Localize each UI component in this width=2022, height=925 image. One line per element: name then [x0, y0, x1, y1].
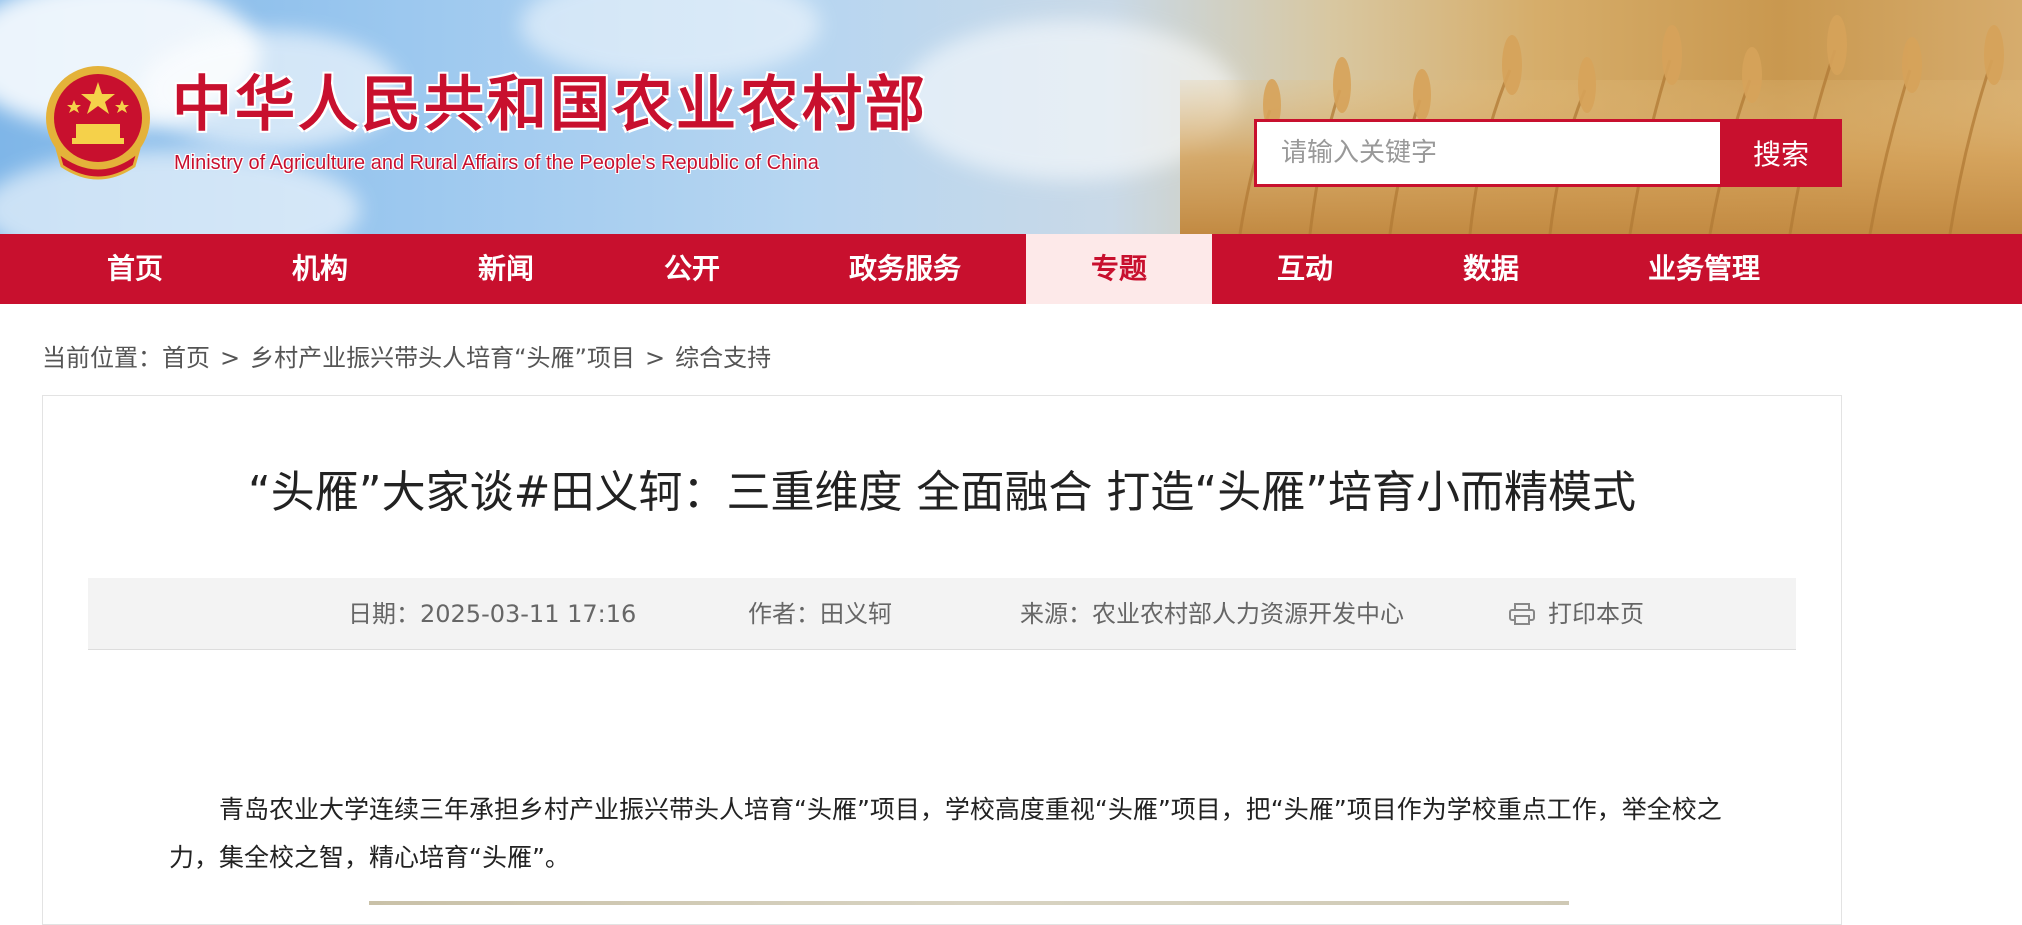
site-title-cn[interactable]: 中华人民共和国农业农村部: [172, 70, 928, 140]
nav-item-topics[interactable]: 专题: [1026, 234, 1212, 304]
breadcrumb-link-home[interactable]: 首页: [162, 344, 210, 372]
nav-item-data[interactable]: 数据: [1398, 234, 1584, 304]
header-banner: 中华人民共和国农业农村部 Ministry of Agriculture and…: [0, 0, 2022, 234]
print-page-label: 打印本页: [1548, 600, 1644, 628]
breadcrumb-prefix: 当前位置：: [42, 344, 162, 372]
printer-icon: [1509, 603, 1535, 625]
breadcrumb-link-project[interactable]: 乡村产业振兴带头人培育“头雁”项目: [250, 344, 635, 372]
article-title: “头雁”大家谈#田义轲：三重维度 全面融合 打造“头雁”培育小而精模式: [247, 467, 1637, 518]
wheat-field-decoration: [1180, 15, 2022, 234]
nav-item-organization[interactable]: 机构: [230, 234, 410, 304]
breadcrumb-separator: >: [220, 344, 241, 372]
print-page-link[interactable]: 打印本页: [1508, 578, 1644, 650]
nav-item-news[interactable]: 新闻: [416, 234, 596, 304]
national-emblem-icon: [46, 66, 150, 180]
article-author: 作者：田义轲: [748, 600, 892, 628]
article-card: “头雁”大家谈#田义轲：三重维度 全面融合 打造“头雁”培育小而精模式 日期：2…: [42, 395, 1842, 925]
article-date: 日期：2025-03-11 17:16: [348, 600, 637, 628]
search-button[interactable]: 搜索: [1720, 119, 1842, 187]
breadcrumb-separator: >: [644, 344, 666, 372]
article-paragraph: 青岛农业大学连续三年承担乡村产业振兴带头人培育“头雁”项目，学校高度重视“头雁”…: [169, 795, 1722, 872]
nav-item-public[interactable]: 公开: [602, 234, 782, 304]
site-title-en: Ministry of Agriculture and Rural Affair…: [174, 152, 819, 174]
search-box: [1254, 119, 1720, 187]
nav-item-interaction[interactable]: 互动: [1212, 234, 1398, 304]
nav-item-business-management[interactable]: 业务管理: [1604, 234, 1804, 304]
cloud-decoration: [520, 0, 820, 80]
article-source: 来源：农业农村部人力资源开发中心: [1020, 600, 1404, 628]
main-nav: 首页 机构 新闻 公开 政务服务 专题 互动 数据 业务管理: [0, 234, 2022, 304]
search-input[interactable]: [1257, 122, 1720, 184]
breadcrumb-link-support[interactable]: 综合支持: [675, 344, 771, 372]
breadcrumb: 当前位置：首页 > 乡村产业振兴带头人培育“头雁”项目 > 综合支持: [42, 340, 771, 376]
nav-item-home[interactable]: 首页: [45, 234, 225, 304]
nav-item-government-services[interactable]: 政务服务: [815, 234, 995, 304]
article-meta-bar: 日期：2025-03-11 17:16 作者：田义轲 来源：农业农村部人力资源开…: [88, 578, 1796, 650]
article-image: [369, 901, 1569, 905]
